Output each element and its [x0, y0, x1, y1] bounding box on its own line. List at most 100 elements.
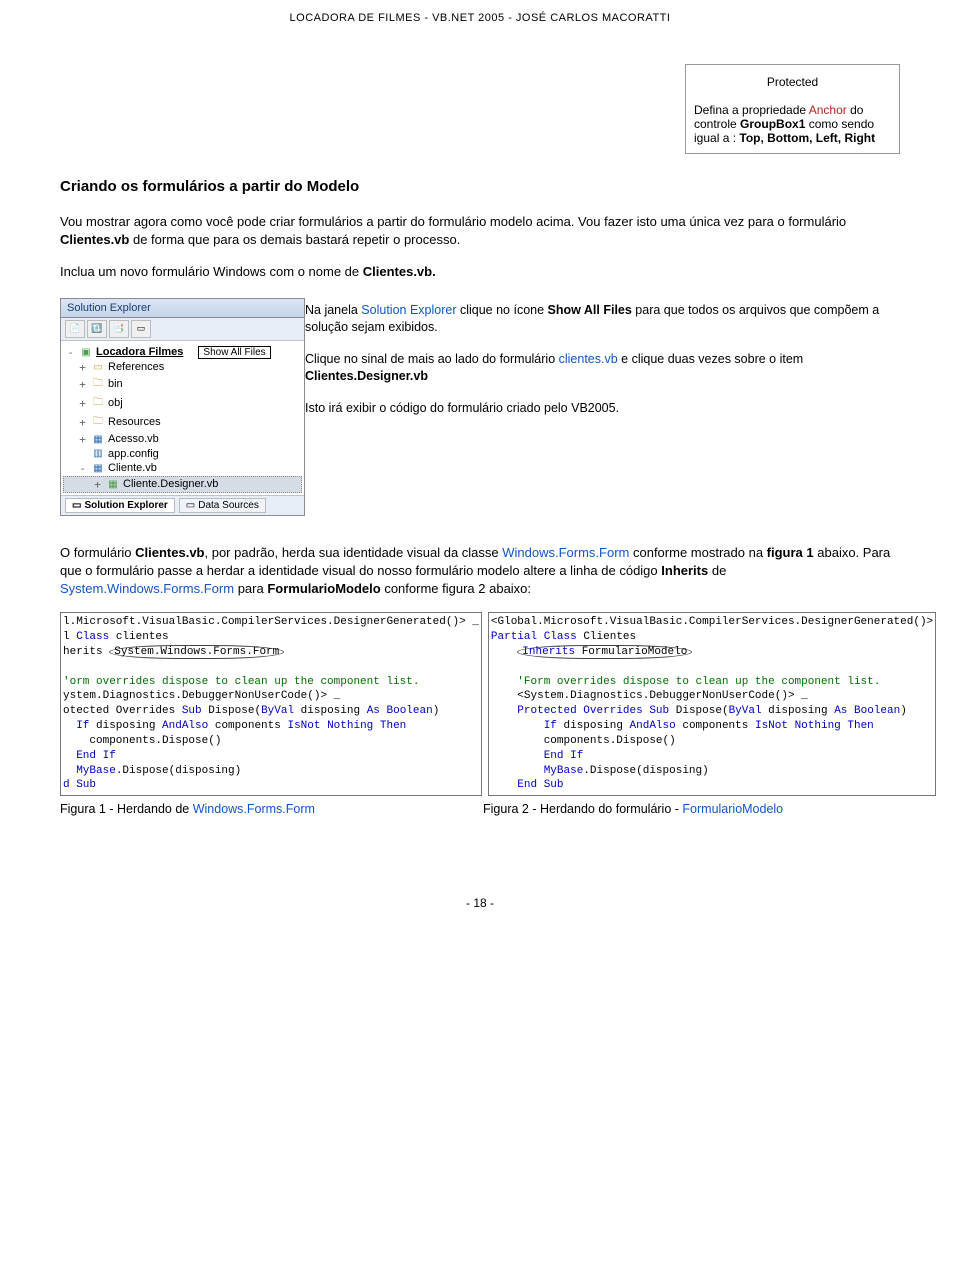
text: O formulário	[60, 545, 135, 560]
tree-label: References	[108, 361, 164, 373]
folder-icon: 🗀	[91, 395, 105, 412]
filename: Clientes.vb.	[363, 264, 436, 279]
code-kw: IsNot Nothing Then	[755, 720, 874, 732]
code-kw: Class	[76, 631, 109, 643]
tree-item[interactable]: + 🗀 Resources	[63, 413, 302, 432]
expand-icon[interactable]: +	[92, 478, 103, 491]
text: Figura 1 - Herdando de	[60, 802, 193, 816]
solution-explorer-tree: - ▣ Locadora Filmes Show All Files + ▭ R…	[61, 341, 304, 495]
expand-icon[interactable]: +	[77, 361, 88, 374]
vb-file-icon: ▦	[91, 434, 105, 445]
code-kw: As Boolean	[367, 705, 433, 717]
expand-icon[interactable]: -	[65, 346, 76, 359]
expand-icon[interactable]: +	[77, 378, 88, 391]
code: FormularioModelo	[575, 646, 687, 658]
code: l.Microsoft.VisualBasic.CompilerServices…	[63, 616, 466, 628]
figure-1-code: l.Microsoft.VisualBasic.CompilerServices…	[60, 612, 482, 796]
page-number: - 18 -	[60, 896, 900, 910]
code: components	[208, 720, 287, 732]
tree-item[interactable]: + 🗀 bin	[63, 375, 302, 394]
code-kw: MyBase	[76, 765, 116, 777]
text: Defina a propriedade	[694, 103, 809, 117]
expand-icon[interactable]: +	[77, 416, 88, 429]
class-name: FormularioModelo	[267, 581, 380, 596]
code: Dispose(	[669, 705, 728, 717]
tree-project[interactable]: - ▣ Locadora Filmes Show All Files	[63, 345, 302, 360]
class-name: FormularioModelo	[682, 802, 783, 816]
paragraph: Vou mostrar agora como você pode criar f…	[60, 213, 900, 249]
tree-item[interactable]: + ▦ Acesso.vb	[63, 432, 302, 447]
expand-icon[interactable]: +	[77, 397, 88, 410]
solution-explorer-instructions: Na janela Solution Explorer clique no íc…	[305, 298, 900, 516]
code-kw: AndAlso	[630, 720, 676, 732]
tree-label: Cliente.Designer.vb	[123, 478, 218, 490]
code: Dispose(	[202, 705, 261, 717]
tab-solution-explorer[interactable]: ▭Solution Explorer	[65, 498, 175, 513]
tree-label: app.config	[108, 448, 159, 460]
toolbar-button[interactable]: ▭	[131, 320, 151, 338]
tab-label: Data Sources	[198, 500, 259, 511]
text: para	[234, 581, 267, 596]
code-kw: Class	[544, 631, 577, 643]
project-name: Locadora Filmes	[96, 346, 183, 358]
groupbox-word: GroupBox1	[740, 117, 805, 131]
figure-2-caption: Figura 2 - Herdando do formulário - Form…	[483, 802, 900, 816]
code-kw: IsNot Nothing Then	[287, 720, 406, 732]
text: conforme mostrado na	[629, 545, 766, 560]
tree-item[interactable]: - ▦ Cliente.vb	[63, 461, 302, 476]
code-kw: Sub	[649, 705, 669, 717]
figure-2-code: <Global.Microsoft.VisualBasic.CompilerSe…	[488, 612, 936, 796]
code: )	[433, 705, 440, 717]
tree-item[interactable]: + 🗀 obj	[63, 394, 302, 413]
code-kw: If	[544, 720, 557, 732]
project-icon: ▣	[79, 347, 93, 358]
text: Isto irá exibir o código do formulário c…	[305, 400, 896, 418]
tree-label: Acesso.vb	[108, 433, 159, 445]
tab-label: Solution Explorer	[84, 500, 167, 511]
tree-item[interactable]: ▥ app.config	[63, 447, 302, 461]
bold-text: Clientes.Designer.vb	[305, 369, 428, 383]
tree-label: Resources	[108, 416, 161, 428]
code-kw: d Sub	[63, 779, 96, 791]
class-name: Windows.Forms.Form	[193, 802, 315, 816]
code-pane: <Global.Microsoft.VisualBasic.CompilerSe…	[491, 615, 933, 793]
code-kw: ByVal	[729, 705, 762, 717]
code: disposing	[89, 720, 162, 732]
bold-text: Show All Files	[548, 303, 632, 317]
code-comment: 'Form overrides dispose to clean up the …	[517, 676, 880, 688]
code: <System.Diagnostics.DebuggerNonUserCode(…	[517, 690, 807, 702]
expand-icon[interactable]: -	[77, 462, 88, 475]
text: Clique no sinal de mais ao lado do formu…	[305, 352, 559, 366]
tab-data-sources[interactable]: ▭Data Sources	[179, 498, 266, 513]
code-kw: End If	[76, 750, 116, 762]
expand-icon[interactable]: +	[77, 433, 88, 446]
tree-item-selected[interactable]: + ▦ Cliente.Designer.vb	[63, 476, 302, 493]
code: herits	[63, 646, 109, 658]
code-kw: AndAlso	[162, 720, 208, 732]
text: Inclua um novo formulário Windows com o …	[60, 264, 363, 279]
toolbar-button[interactable]: 📑	[109, 320, 129, 338]
text: de	[708, 563, 726, 578]
code-comment: 'orm overrides dispose to clean up the c…	[63, 676, 419, 688]
code-pane: l.Microsoft.VisualBasic.CompilerServices…	[63, 615, 479, 793]
folder-icon: 🗀	[91, 376, 105, 393]
toolbar-button[interactable]: 🔃	[87, 320, 107, 338]
tree-item[interactable]: + ▭ References	[63, 360, 302, 375]
show-all-files-callout: Show All Files	[198, 346, 270, 359]
link-text: clientes.vb	[559, 352, 618, 366]
solution-explorer-toolbar: 📄 🔃 📑 ▭	[61, 318, 304, 341]
folder-icon: 🗀	[91, 414, 105, 431]
text: clique no ícone	[457, 303, 548, 317]
text: Na janela	[305, 303, 361, 317]
toolbar-button[interactable]: 📄	[65, 320, 85, 338]
link-text: Solution Explorer	[361, 303, 456, 317]
code-kw: As Boolean	[834, 705, 900, 717]
code: .Dispose(disposing)	[583, 765, 708, 777]
code: <Global.Microsoft.VisualBasic.CompilerSe…	[491, 616, 933, 628]
filename: Clientes.vb	[60, 232, 129, 247]
anchor-note: Defina a propriedade Anchor do controle …	[694, 103, 891, 145]
code: disposing	[294, 705, 367, 717]
keyword: Inherits	[661, 563, 708, 578]
tab-icon: ▭	[186, 500, 195, 511]
code-kw: If	[76, 720, 89, 732]
